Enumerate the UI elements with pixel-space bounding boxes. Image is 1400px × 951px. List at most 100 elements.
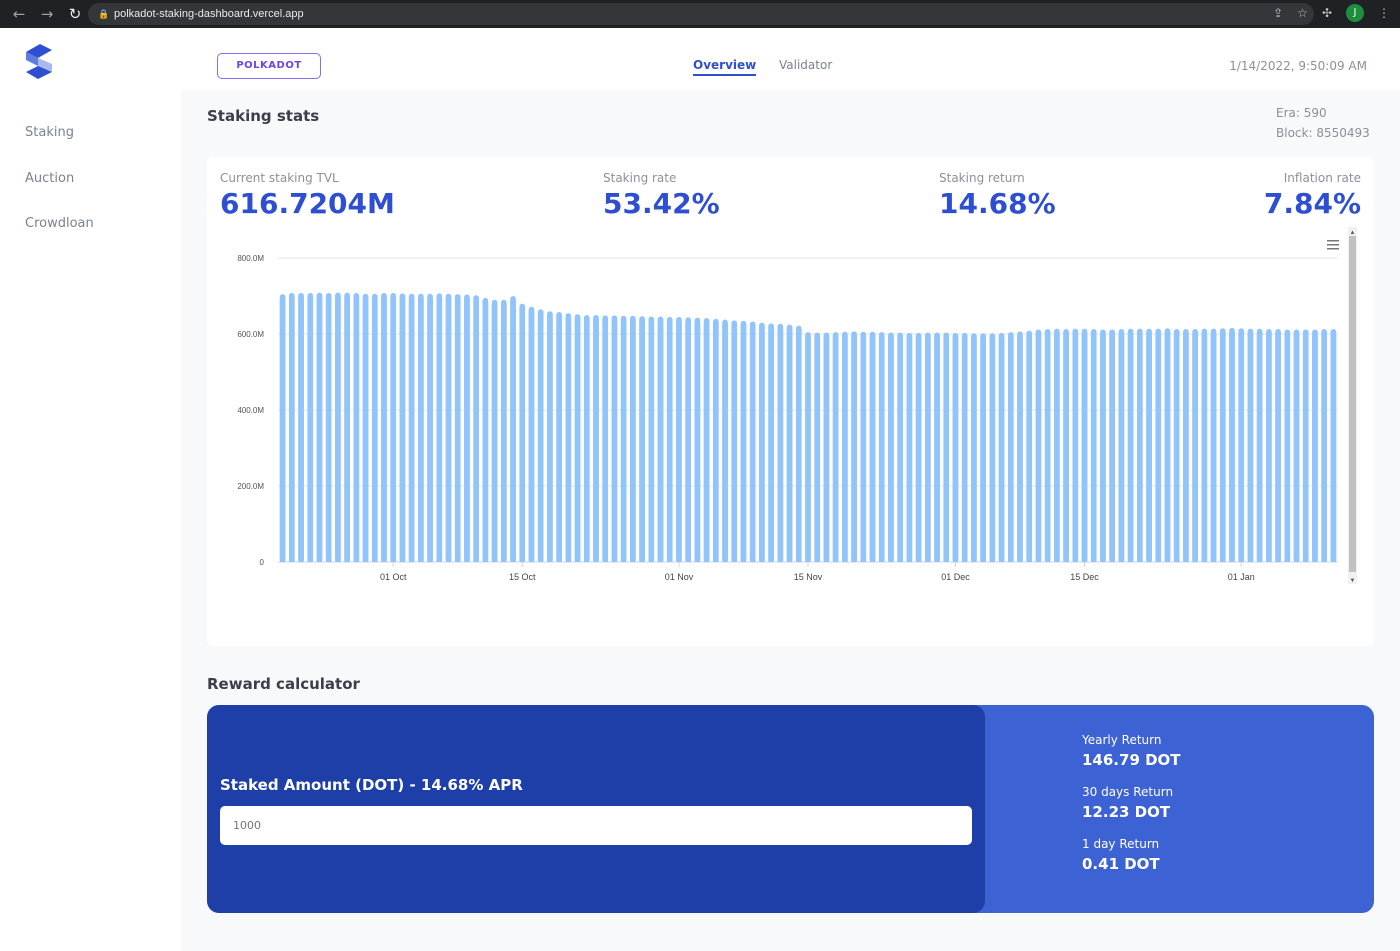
reload-icon[interactable]: ↻ xyxy=(66,5,84,23)
app-logo-icon[interactable] xyxy=(24,42,54,80)
tvl-bar-base xyxy=(335,296,341,562)
tvl-bar-base xyxy=(1330,333,1337,562)
scroll-down-icon: ▼ xyxy=(1350,578,1356,584)
tvl-bar-base xyxy=(713,322,719,562)
tvl-bar-base xyxy=(1219,332,1226,562)
tvl-bar-base xyxy=(1035,333,1042,562)
tvl-bar-base xyxy=(454,298,461,562)
x-tick-label: 15 Oct xyxy=(509,572,536,582)
sidebar-item-crowdloan[interactable]: Crowdloan xyxy=(25,216,94,231)
tvl-bar-base xyxy=(1007,336,1014,562)
stat-value: 616.7204M xyxy=(220,187,395,220)
tvl-bar-base xyxy=(362,297,369,562)
chain-selector-button[interactable]: POLKADOT xyxy=(217,53,321,79)
era-label: Era: 590 xyxy=(1276,106,1327,120)
tvl-bar-base xyxy=(1137,332,1143,562)
tvl-bar-base xyxy=(298,296,304,562)
tvl-bar-base xyxy=(556,315,562,562)
stat-value: 53.42% xyxy=(603,187,720,220)
1-day-return: 1 day Return 0.41 DOT xyxy=(1082,837,1160,873)
reward-calculator: Staked Amount (DOT) - 14.68% APR Yearly … xyxy=(207,705,1374,913)
tvl-bar-base xyxy=(1284,333,1291,562)
sidebar-item-auction[interactable]: Auction xyxy=(25,171,74,186)
tvl-bar-base xyxy=(399,297,406,562)
sidebar-item-staking[interactable]: Staking xyxy=(25,125,74,140)
tvl-bar-base xyxy=(943,336,950,562)
y-tick-label: 0 xyxy=(260,558,265,567)
current-datetime: 1/14/2022, 9:50:09 AM xyxy=(1229,59,1367,73)
share-icon[interactable]: ⇪ xyxy=(1273,6,1283,20)
tvl-bar-base xyxy=(768,327,774,562)
stat-tvl: Current staking TVL 616.7204M xyxy=(220,171,395,220)
yearly-return: Yearly Return 146.79 DOT xyxy=(1082,733,1181,769)
tvl-bar-base xyxy=(528,310,535,562)
tvl-bar-base xyxy=(1063,333,1069,562)
block-label: Block: 8550493 xyxy=(1276,126,1370,140)
chart-menu-icon xyxy=(1327,244,1339,246)
tvl-bar-base xyxy=(1256,332,1263,562)
tvl-bar-base xyxy=(1183,333,1189,562)
return-value: 146.79 DOT xyxy=(1082,751,1181,769)
tvl-bar-base xyxy=(731,324,738,562)
top-header: POLKADOT Overview Validator 1/14/2022, 9… xyxy=(181,28,1400,90)
address-bar[interactable]: 🔒 polkadot-staking-dashboard.vercel.app xyxy=(88,3,1314,25)
tvl-bar-base xyxy=(888,336,894,562)
x-tick-label: 01 Oct xyxy=(380,572,407,582)
y-tick-label: 400.0M xyxy=(237,406,264,415)
tvl-bar-base xyxy=(289,296,295,562)
y-tick-label: 800.0M xyxy=(237,254,264,263)
tvl-bar-base xyxy=(814,336,821,562)
scroll-up-icon: ▲ xyxy=(1350,230,1356,236)
tvl-bar-base xyxy=(998,336,1005,562)
y-tick-label: 600.0M xyxy=(237,330,264,339)
lock-icon: 🔒 xyxy=(98,9,110,19)
tvl-bar-base xyxy=(759,326,765,562)
stat-inflation-rate: Inflation rate 7.84% xyxy=(1264,171,1361,220)
tvl-bar-base xyxy=(925,336,931,562)
tvl-bar-base xyxy=(1164,332,1171,562)
forward-icon[interactable]: → xyxy=(38,5,56,23)
return-value: 12.23 DOT xyxy=(1082,803,1171,821)
tvl-bar-base xyxy=(279,298,286,562)
staked-amount-input[interactable] xyxy=(220,806,972,845)
tab-overview[interactable]: Overview xyxy=(693,58,757,76)
tvl-bar-base xyxy=(860,335,867,562)
tvl-bar-base xyxy=(537,313,544,562)
tvl-bar-base xyxy=(344,296,350,562)
tvl-bar-base xyxy=(777,327,784,562)
star-icon[interactable]: ☆ xyxy=(1297,6,1308,20)
menu-icon[interactable]: ⋮ xyxy=(1378,6,1390,20)
tvl-bar-base xyxy=(805,336,811,562)
back-icon[interactable]: ← xyxy=(10,5,28,23)
tvl-bar-base xyxy=(501,303,507,562)
browser-toolbar: ← → ↻ 🔒 polkadot-staking-dashboard.vercel… xyxy=(0,0,1400,28)
sidebar: Staking Auction Crowdloan xyxy=(0,28,181,951)
chart-scrollbar-thumb[interactable] xyxy=(1349,236,1356,572)
tvl-bar-base xyxy=(906,336,913,562)
tvl-bar-base xyxy=(620,319,627,562)
tvl-bar-base xyxy=(445,297,452,562)
tvl-bar-base xyxy=(593,319,599,562)
tvl-bar-base xyxy=(786,328,793,562)
tvl-bar-base xyxy=(325,296,332,562)
tvl-bar-base xyxy=(491,303,498,562)
profile-avatar[interactable]: J xyxy=(1346,4,1364,22)
url-text: polkadot-staking-dashboard.vercel.app xyxy=(114,8,304,20)
tvl-bar-base xyxy=(611,319,618,562)
tvl-bar-base xyxy=(574,318,581,562)
tvl-bar-base xyxy=(1118,333,1125,562)
tvl-bar-base xyxy=(1238,332,1245,562)
x-tick-label: 01 Dec xyxy=(941,572,970,582)
extensions-icon[interactable]: ✣ xyxy=(1322,6,1332,20)
tvl-bar-base xyxy=(1229,331,1235,562)
tvl-bar-base xyxy=(583,319,590,562)
tvl-bar-base xyxy=(482,301,489,562)
tab-validator[interactable]: Validator xyxy=(779,58,832,72)
tvl-bar-base xyxy=(694,321,701,562)
tvl-bar-base xyxy=(666,320,673,562)
tvl-bar-base xyxy=(749,325,756,562)
return-label: Yearly Return xyxy=(1082,733,1162,747)
tvl-bar-base xyxy=(510,300,516,562)
tvl-bar-base xyxy=(519,307,526,562)
tvl-bar-base xyxy=(842,335,848,562)
